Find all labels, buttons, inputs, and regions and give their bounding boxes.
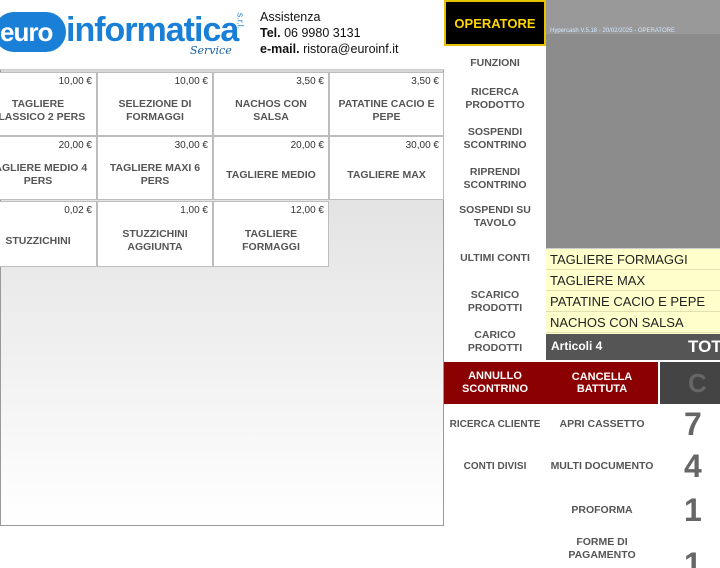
phone-line: Tel. 06 9980 3131 (260, 25, 398, 41)
product-name: STUZZICHINI (5, 234, 71, 247)
payment-methods-button[interactable]: FORME DI PAGAMENTO (546, 536, 658, 568)
product-price: 30,00 € (174, 140, 208, 151)
resume-receipt-button[interactable]: RIPRENDI SCONTRINO (444, 160, 546, 198)
receipt-list: TAGLIERE FORMAGGI TAGLIERE MAX PATATINE … (546, 248, 720, 334)
product-price: 30,00 € (405, 140, 439, 151)
total-bar: Articoli 4 TOT (546, 334, 720, 360)
search-customer-button[interactable]: RICERCA CLIENTE (444, 404, 546, 444)
total-label: TOT (688, 337, 720, 356)
assistance-label: Assistenza (260, 10, 321, 24)
header: euro informatica s.r.l. Service Assisten… (0, 0, 444, 70)
product-name: TAGLIERE MAXI 6 PERS (109, 162, 201, 187)
delete-entry-button[interactable]: CANCELLA BATTUTA (546, 362, 658, 404)
product-price: 10,00 € (174, 76, 208, 87)
product-tile[interactable]: 0,02 € STUZZICHINI (0, 201, 97, 267)
product-name: TAGLIERE CLASSICO 2 PERS (0, 98, 86, 123)
operator-button[interactable]: OPERATORE (444, 0, 546, 46)
product-name: TAGLIERE MAX (347, 168, 426, 181)
product-price: 3,50 € (296, 76, 324, 87)
product-name: TAGLIERE MEDIO (226, 168, 316, 181)
product-name: TAGLIERE MEDIO 4 PERS (0, 162, 88, 187)
receipt-item[interactable]: TAGLIERE MAX (546, 270, 720, 291)
clear-key[interactable]: C (660, 362, 720, 404)
product-price: 1,00 € (180, 205, 208, 216)
product-price: 10,00 € (58, 76, 92, 87)
annul-receipt-button[interactable]: ANNULLO SCONTRINO (444, 362, 546, 404)
split-bills-button[interactable]: CONTI DIVISI (444, 446, 546, 486)
display-info-text: Hypercash V.5.18 - 20/02/2025 - OPERATOR… (550, 28, 675, 34)
tel-value: 06 9980 3131 (280, 26, 361, 40)
articles-count: Articoli 4 (551, 339, 603, 353)
product-tile[interactable]: 10,00 € SELEZIONE DI FORMAGGI (97, 72, 213, 136)
logo-srl: s.r.l. (235, 12, 246, 30)
product-tile[interactable]: 3,50 € PATATINE CACIO E PEPE (329, 72, 444, 136)
product-price: 20,00 € (290, 140, 324, 151)
product-price: 0,02 € (64, 205, 92, 216)
contact-info: Assistenza Tel. 06 9980 3131 e-mail. ris… (260, 9, 398, 57)
logo-euro-bubble: euro (0, 12, 66, 52)
product-tile[interactable]: 1,00 € STUZZICHINI AGGIUNTA (97, 201, 213, 267)
receipt-item[interactable]: PATATINE CACIO E PEPE (546, 291, 720, 312)
last-bills-button[interactable]: ULTIMI CONTI (444, 240, 546, 276)
product-tile[interactable]: 20,00 € TAGLIERE MEDIO 4 PERS (0, 136, 97, 200)
product-price: 3,50 € (411, 76, 439, 87)
tel-label: Tel. (260, 26, 281, 40)
search-product-button[interactable]: RICERCA PRODOTTO (444, 80, 546, 118)
proforma-button[interactable]: PROFORMA (546, 490, 658, 530)
product-tile[interactable]: 3,50 € NACHOS CON SALSA (213, 72, 329, 136)
product-tile[interactable]: 30,00 € TAGLIERE MAX (329, 136, 444, 200)
key-4[interactable]: 4 (684, 446, 720, 486)
product-name: SELEZIONE DI FORMAGGI (118, 98, 192, 123)
load-products-button[interactable]: CARICO PRODOTTI (444, 324, 546, 360)
product-tile[interactable]: 10,00 € TAGLIERE CLASSICO 2 PERS (0, 72, 97, 136)
euroinformatica-logo: euro informatica s.r.l. Service (0, 8, 250, 62)
email-line: e-mail. ristora@euroinf.it (260, 41, 398, 57)
product-tile[interactable]: 30,00 € TAGLIERE MAXI 6 PERS (97, 136, 213, 200)
product-name: TAGLIERE FORMAGGI (242, 228, 300, 253)
product-price: 12,00 € (290, 205, 324, 216)
receipt-item[interactable]: NACHOS CON SALSA (546, 312, 720, 333)
open-drawer-button[interactable]: APRI CASSETTO (546, 404, 658, 444)
product-name: NACHOS CON SALSA (235, 98, 307, 123)
multi-document-button[interactable]: MULTI DOCUMENTO (546, 446, 658, 486)
key-partial[interactable]: 1 (684, 540, 720, 568)
key-7[interactable]: 7 (684, 404, 720, 444)
product-name: PATATINE CACIO E PEPE (338, 98, 435, 123)
product-tile[interactable]: 12,00 € TAGLIERE FORMAGGI (213, 201, 329, 267)
functions-button[interactable]: FUNZIONI (444, 48, 546, 78)
product-name: STUZZICHINI AGGIUNTA (122, 228, 188, 253)
unload-products-button[interactable]: SCARICO PRODOTTI (444, 282, 546, 322)
key-1[interactable]: 1 (684, 490, 720, 530)
product-grid: 10,00 € TAGLIERE CLASSICO 2 PERS 10,00 € S… (0, 70, 444, 526)
logo-service: Service (190, 44, 232, 57)
product-tile[interactable]: 20,00 € TAGLIERE MEDIO (213, 136, 329, 200)
customer-display: Hypercash V.5.18 - 20/02/2025 - OPERATOR… (546, 0, 720, 248)
email-value: ristora@euroinf.it (299, 42, 399, 56)
suspend-receipt-button[interactable]: SOSPENDI SCONTRINO (444, 120, 546, 158)
suspend-table-button[interactable]: SOSPENDI SU TAVOLO (444, 200, 546, 234)
email-label: e-mail. (260, 42, 300, 56)
receipt-item[interactable]: TAGLIERE FORMAGGI (546, 249, 720, 270)
product-price: 20,00 € (58, 140, 92, 151)
